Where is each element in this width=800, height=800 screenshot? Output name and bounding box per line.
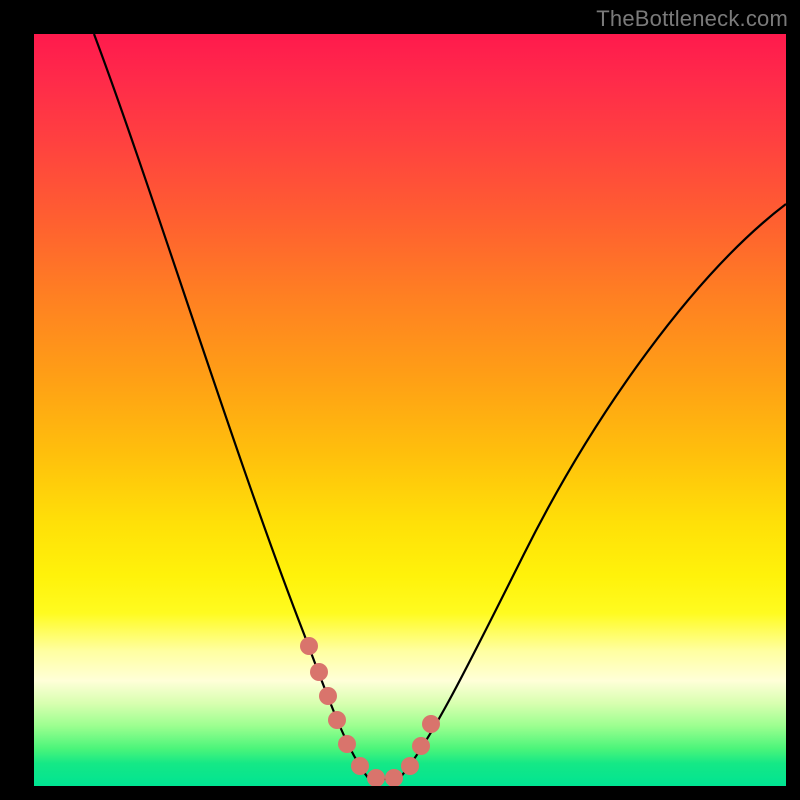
curve-layer	[34, 34, 786, 786]
watermark-text: TheBottleneck.com	[596, 6, 788, 32]
chart-frame: TheBottleneck.com	[0, 0, 800, 800]
bottleneck-curve	[94, 34, 786, 779]
valley-markers	[300, 637, 440, 786]
plot-area	[34, 34, 786, 786]
